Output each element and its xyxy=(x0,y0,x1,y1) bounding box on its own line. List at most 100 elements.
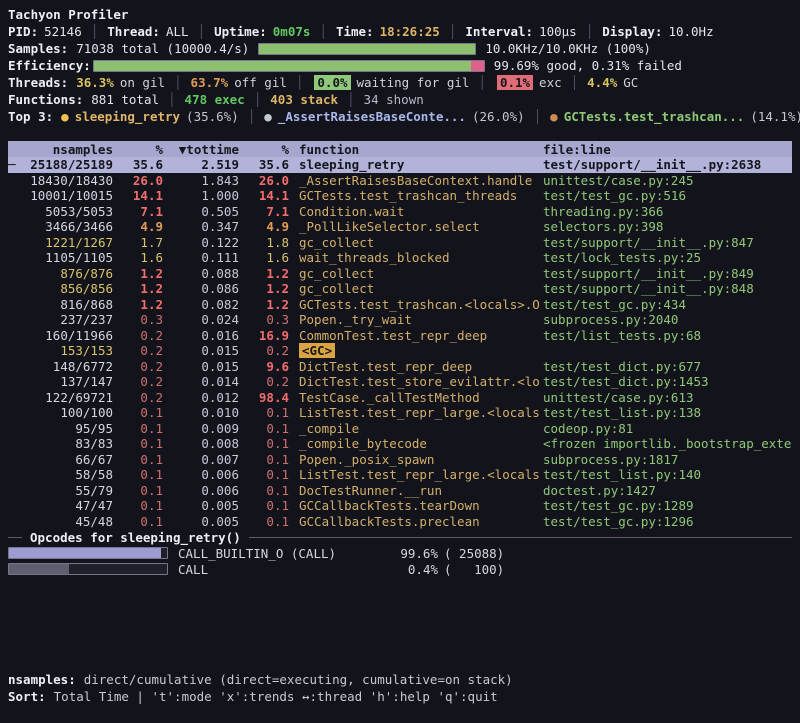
on-gil-label: on gil xyxy=(120,75,165,90)
function-name: GCCallbackTests.preclean xyxy=(299,514,480,529)
opcodes-title: Opcodes for sleeping_retry() xyxy=(30,530,241,545)
separator: │ xyxy=(478,75,486,90)
function-cell: gc_collect xyxy=(289,235,539,250)
title-bar: Tachyon Profiler xyxy=(8,6,792,23)
function-cell: gc_collect xyxy=(289,266,539,281)
table-row[interactable]: 100/100 0.1 0.010 0.1 ListTest.test_repr… xyxy=(8,405,792,421)
waiting-gil-badge: 0.0% xyxy=(314,75,350,90)
table-row[interactable]: 18430/18430 26.0 1.843 26.0 _AssertRaise… xyxy=(8,173,792,189)
function-name: _compile_bytecode xyxy=(299,436,427,451)
table-row[interactable]: 66/67 0.1 0.007 0.1 Popen._posix_spawn s… xyxy=(8,452,792,468)
cumulative-pct-cell: 14.1 xyxy=(239,188,289,203)
separator: │ xyxy=(586,24,594,39)
table-row[interactable]: ─ 25188/25189 35.6 2.519 35.6 sleeping_r… xyxy=(8,157,792,173)
col-header-nsamples[interactable]: nsamples xyxy=(17,142,113,157)
nsamples-cell: 83/83 xyxy=(17,436,113,451)
opcode-bar-fill xyxy=(9,548,161,558)
function-name: Condition.wait xyxy=(299,204,404,219)
file-line-cell: test/support/__init__.py:2638 xyxy=(539,157,792,172)
function-name: gc_collect xyxy=(299,235,374,250)
table-row[interactable]: 95/95 0.1 0.009 0.1 _compile codeop.py:8… xyxy=(8,421,792,437)
nsamples-cell: 5053/5053 xyxy=(17,204,113,219)
col-header-cumulative-pct[interactable]: % xyxy=(239,142,289,157)
table-row[interactable]: 55/79 0.1 0.006 0.1 DocTestRunner.__run … xyxy=(8,483,792,499)
table-row[interactable]: 58/58 0.1 0.006 0.1 ListTest.test_repr_l… xyxy=(8,467,792,483)
top-function-1-pct: (35.6%) xyxy=(186,109,239,124)
direct-pct-cell: 1.2 xyxy=(113,266,163,281)
table-row[interactable]: 45/48 0.1 0.005 0.1 GCCallbackTests.prec… xyxy=(8,514,792,530)
direct-pct-cell: 14.1 xyxy=(113,188,163,203)
direct-pct-cell: 0.2 xyxy=(113,328,163,343)
function-name: gc_collect xyxy=(299,266,374,281)
nsamples-cell: 18430/18430 xyxy=(17,173,113,188)
function-name: GCTests.test_trashcan_threads xyxy=(299,188,517,203)
table-row[interactable]: 137/147 0.2 0.014 0.2 DictTest.test_stor… xyxy=(8,374,792,390)
file-line-cell: subprocess.py:2040 xyxy=(539,312,792,327)
table-row[interactable]: 148/6772 0.2 0.015 9.6 DictTest.test_rep… xyxy=(8,359,792,375)
col-header-file-line[interactable]: file:line xyxy=(539,142,792,157)
table-row[interactable]: 816/868 1.2 0.082 1.2 GCTests.test_trash… xyxy=(8,297,792,313)
table-row[interactable]: 10001/10015 14.1 1.000 14.1 GCTests.test… xyxy=(8,188,792,204)
direct-pct-cell: 1.2 xyxy=(113,281,163,296)
col-header-direct-pct[interactable]: % xyxy=(113,142,163,157)
interval-label: Interval: xyxy=(465,24,533,39)
function-table-body: ─ 25188/25189 35.6 2.519 35.6 sleeping_r… xyxy=(8,157,792,529)
separator: │ xyxy=(571,75,579,90)
table-row[interactable]: 3466/3466 4.9 0.347 4.9 _PollLikeSelecto… xyxy=(8,219,792,235)
function-cell: wait_threads_blocked xyxy=(289,250,539,265)
table-row[interactable]: 122/69721 0.2 0.012 98.4 TestCase._callT… xyxy=(8,390,792,406)
table-row[interactable]: 5053/5053 7.1 0.505 7.1 Condition.wait t… xyxy=(8,204,792,220)
interval-value: 100μs xyxy=(539,24,577,39)
opcode-bar xyxy=(8,563,168,575)
pid-label: PID: xyxy=(8,24,38,39)
nsamples-cell: 137/147 xyxy=(17,374,113,389)
top3-line: Top 3: ● sleeping_retry (35.6%) │ ● _Ass… xyxy=(8,108,792,125)
table-row[interactable]: 83/83 0.1 0.008 0.1 _compile_bytecode <f… xyxy=(8,436,792,452)
opcode-row: CALL 0.4% ( 100) xyxy=(8,561,792,577)
col-header-function[interactable]: function xyxy=(289,142,539,157)
function-name: Popen._try_wait xyxy=(299,312,412,327)
opcode-pct: 0.4% xyxy=(378,562,438,577)
nsamples-cell: 25188/25189 xyxy=(17,157,113,172)
table-row[interactable]: 856/856 1.2 0.086 1.2 gc_collect test/su… xyxy=(8,281,792,297)
file-line-cell: <frozen importlib._bootstrap_externa xyxy=(539,436,792,451)
separator: │ xyxy=(254,92,262,107)
table-row[interactable]: 876/876 1.2 0.088 1.2 gc_collect test/su… xyxy=(8,266,792,282)
samples-label: Samples: xyxy=(8,41,68,56)
tottime-cell: 0.015 xyxy=(163,343,239,358)
function-name: ListTest.test_repr_large.<locals>.c... xyxy=(299,467,539,482)
cumulative-pct-cell: 16.9 xyxy=(239,328,289,343)
direct-pct-cell: 0.1 xyxy=(113,405,163,420)
direct-pct-cell: 0.2 xyxy=(113,343,163,358)
table-row[interactable]: 1105/1105 1.6 0.111 1.6 wait_threads_blo… xyxy=(8,250,792,266)
function-cell: _compile_bytecode xyxy=(289,436,539,451)
table-row[interactable]: 160/11966 0.2 0.016 16.9 CommonTest.test… xyxy=(8,328,792,344)
tottime-cell: 0.015 xyxy=(163,359,239,374)
file-line-cell: doctest.py:1427 xyxy=(539,483,792,498)
table-header-row[interactable]: nsamples % ▼tottime % function file:line xyxy=(8,141,792,157)
function-name: sleeping_retry xyxy=(299,157,404,172)
separator-dash xyxy=(249,537,792,538)
efficiency-line: Efficiency: 99.69% good, 0.31% failed xyxy=(8,57,792,74)
file-line-cell: codeop.py:81 xyxy=(539,421,792,436)
file-line-cell: unittest/case.py:245 xyxy=(539,173,792,188)
tottime-cell: 0.082 xyxy=(163,297,239,312)
function-name: Popen._posix_spawn xyxy=(299,452,434,467)
function-cell: GCCallbackTests.preclean xyxy=(289,514,539,529)
display-value: 10.0Hz xyxy=(668,24,713,39)
gc-label: GC xyxy=(623,75,638,90)
cumulative-pct-cell: 0.3 xyxy=(239,312,289,327)
function-cell: _PollLikeSelector.select xyxy=(289,219,539,234)
table-row[interactable]: 237/237 0.3 0.024 0.3 Popen._try_wait su… xyxy=(8,312,792,328)
col-header-tottime-sorted[interactable]: ▼tottime xyxy=(163,142,239,157)
table-row[interactable]: 1221/1267 1.7 0.122 1.8 gc_collect test/… xyxy=(8,235,792,251)
direct-pct-cell: 0.1 xyxy=(113,436,163,451)
function-name: GCCallbackTests.tearDown xyxy=(299,498,480,513)
cumulative-pct-cell: 9.6 xyxy=(239,359,289,374)
off-gil-label: off gil xyxy=(234,75,287,90)
gold-medal-icon: ● xyxy=(61,109,69,124)
time-value: 18:26:25 xyxy=(380,24,440,39)
thread-label: Thread: xyxy=(107,24,160,39)
table-row[interactable]: 47/47 0.1 0.005 0.1 GCCallbackTests.tear… xyxy=(8,498,792,514)
table-row[interactable]: 153/153 0.2 0.015 0.2 <GC> xyxy=(8,343,792,359)
